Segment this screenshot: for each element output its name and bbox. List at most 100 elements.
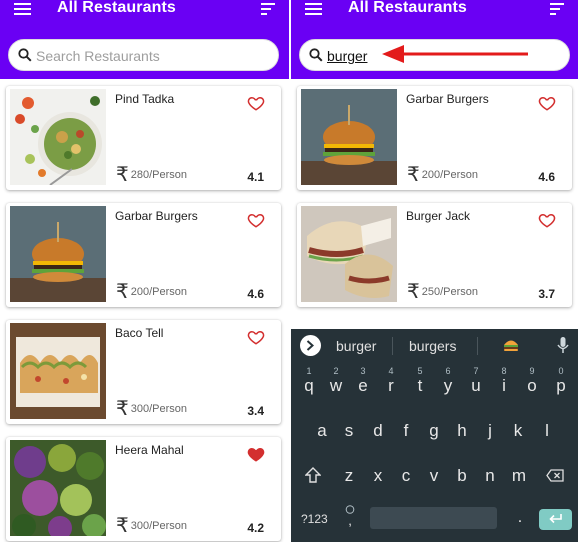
key-w[interactable]: 2w bbox=[327, 366, 345, 396]
favorite-heart-outline-icon[interactable] bbox=[538, 211, 556, 229]
symbols-key[interactable]: ?123 bbox=[301, 512, 328, 526]
key-a[interactable]: a bbox=[313, 421, 331, 441]
key-s[interactable]: s bbox=[340, 421, 358, 441]
page-title: All Restaurants bbox=[57, 0, 176, 16]
restaurant-name: Pind Tadka bbox=[115, 92, 175, 106]
key-h[interactable]: h bbox=[453, 421, 471, 441]
search-input[interactable]: Search Restaurants bbox=[8, 39, 279, 71]
key-comma[interactable]: , bbox=[343, 505, 357, 528]
price-per-person: ₹ 200/Person bbox=[407, 164, 478, 184]
suggestion-separator bbox=[392, 337, 393, 355]
restaurant-card[interactable]: Baco Tell ₹ 300/Person 3.4 bbox=[6, 320, 281, 424]
key-i[interactable]: 8i bbox=[495, 366, 513, 396]
space-key[interactable] bbox=[370, 507, 497, 529]
search-placeholder: Search Restaurants bbox=[36, 48, 160, 64]
key-period[interactable]: . bbox=[515, 509, 525, 527]
favorite-heart-outline-icon[interactable] bbox=[247, 94, 265, 112]
price-text: 300/Person bbox=[130, 403, 187, 415]
search-icon bbox=[18, 48, 32, 62]
restaurant-image-burger bbox=[301, 89, 397, 185]
rating: 3.4 bbox=[247, 404, 264, 418]
suggestion-separator bbox=[477, 337, 478, 355]
key-n[interactable]: n bbox=[481, 466, 499, 486]
rating: 4.2 bbox=[247, 521, 264, 535]
rupee-icon: ₹ bbox=[116, 279, 129, 303]
key-l[interactable]: l bbox=[538, 421, 556, 441]
rupee-icon: ₹ bbox=[116, 162, 129, 186]
price-text: 200/Person bbox=[130, 286, 187, 298]
suggestion-2[interactable]: burgers bbox=[409, 338, 456, 354]
restaurant-card[interactable]: Garbar Burgers ₹ 200/Person 4.6 bbox=[6, 203, 281, 307]
restaurant-card[interactable]: Heera Mahal ₹ 300/Person 4.2 bbox=[6, 437, 281, 541]
screen-all-restaurants: All Restaurants Search Restaurants Pind … bbox=[0, 0, 289, 542]
app-bar: All Restaurants burger bbox=[291, 0, 578, 79]
rupee-icon: ₹ bbox=[116, 396, 129, 420]
key-f[interactable]: f bbox=[397, 421, 415, 441]
key-o[interactable]: 9o bbox=[523, 366, 541, 396]
suggestion-expand-button[interactable] bbox=[300, 335, 321, 356]
rupee-icon: ₹ bbox=[407, 162, 420, 186]
rating: 4.6 bbox=[247, 287, 264, 301]
key-u[interactable]: 7u bbox=[467, 366, 485, 396]
favorite-heart-outline-icon[interactable] bbox=[247, 328, 265, 346]
key-j[interactable]: j bbox=[481, 421, 499, 441]
key-d[interactable]: d bbox=[369, 421, 387, 441]
sort-icon[interactable] bbox=[550, 3, 564, 15]
key-b[interactable]: b bbox=[453, 466, 471, 486]
price-per-person: ₹ 280/Person bbox=[116, 164, 187, 184]
screen-search-results: All Restaurants burger Garbar Burgers ₹ … bbox=[291, 0, 578, 542]
rating: 3.7 bbox=[538, 287, 555, 301]
restaurant-name: Heera Mahal bbox=[115, 443, 184, 457]
rupee-icon: ₹ bbox=[407, 279, 420, 303]
key-e[interactable]: 3e bbox=[354, 366, 372, 396]
restaurant-name: Baco Tell bbox=[115, 326, 164, 340]
burger-emoji-icon[interactable] bbox=[503, 338, 519, 352]
favorite-heart-outline-icon[interactable] bbox=[247, 211, 265, 229]
key-m[interactable]: m bbox=[509, 466, 529, 486]
key-c[interactable]: c bbox=[397, 466, 415, 486]
price-per-person: ₹ 200/Person bbox=[116, 281, 187, 301]
restaurant-name: Garbar Burgers bbox=[115, 209, 198, 223]
price-text: 280/Person bbox=[130, 169, 187, 181]
hamburger-menu-icon[interactable] bbox=[14, 3, 31, 16]
search-icon bbox=[309, 48, 323, 62]
rating: 4.6 bbox=[538, 170, 555, 184]
page-title: All Restaurants bbox=[348, 0, 467, 16]
key-y[interactable]: 6y bbox=[439, 366, 457, 396]
key-g[interactable]: g bbox=[425, 421, 443, 441]
key-q[interactable]: 1q bbox=[300, 366, 318, 396]
favorite-heart-filled-icon[interactable] bbox=[247, 445, 265, 463]
price-text: 300/Person bbox=[130, 520, 187, 532]
key-z[interactable]: z bbox=[340, 466, 358, 486]
key-x[interactable]: x bbox=[369, 466, 387, 486]
restaurant-name: Garbar Burgers bbox=[406, 92, 489, 106]
key-p[interactable]: 0p bbox=[552, 366, 570, 396]
backspace-icon[interactable] bbox=[546, 469, 564, 482]
search-value: burger bbox=[327, 48, 368, 64]
shift-icon[interactable] bbox=[305, 467, 321, 483]
chevron-right-icon bbox=[306, 340, 314, 351]
restaurant-image-salad bbox=[10, 89, 106, 185]
restaurant-card[interactable]: Garbar Burgers ₹ 200/Person 4.6 bbox=[297, 86, 572, 190]
hamburger-menu-icon[interactable] bbox=[305, 3, 322, 16]
price-text: 250/Person bbox=[421, 286, 478, 298]
key-r[interactable]: 4r bbox=[382, 366, 400, 396]
restaurant-card[interactable]: Burger Jack ₹ 250/Person 3.7 bbox=[297, 203, 572, 307]
key-t[interactable]: 5t bbox=[411, 366, 429, 396]
favorite-heart-outline-icon[interactable] bbox=[538, 94, 556, 112]
microphone-icon[interactable] bbox=[557, 337, 569, 354]
restaurant-card[interactable]: Pind Tadka ₹ 280/Person 4.1 bbox=[6, 86, 281, 190]
price-per-person: ₹ 300/Person bbox=[116, 398, 187, 418]
app-bar: All Restaurants Search Restaurants bbox=[0, 0, 289, 79]
restaurant-image-burger bbox=[10, 206, 106, 302]
sort-icon[interactable] bbox=[261, 3, 275, 15]
key-k[interactable]: k bbox=[509, 421, 527, 441]
price-per-person: ₹ 250/Person bbox=[407, 281, 478, 301]
rupee-icon: ₹ bbox=[116, 513, 129, 537]
suggestion-1[interactable]: burger bbox=[336, 338, 376, 354]
key-v[interactable]: v bbox=[425, 466, 443, 486]
enter-arrow-icon bbox=[549, 514, 562, 524]
restaurant-image-vegetables bbox=[10, 440, 106, 536]
restaurant-name: Burger Jack bbox=[406, 209, 471, 223]
enter-key[interactable] bbox=[539, 509, 572, 530]
